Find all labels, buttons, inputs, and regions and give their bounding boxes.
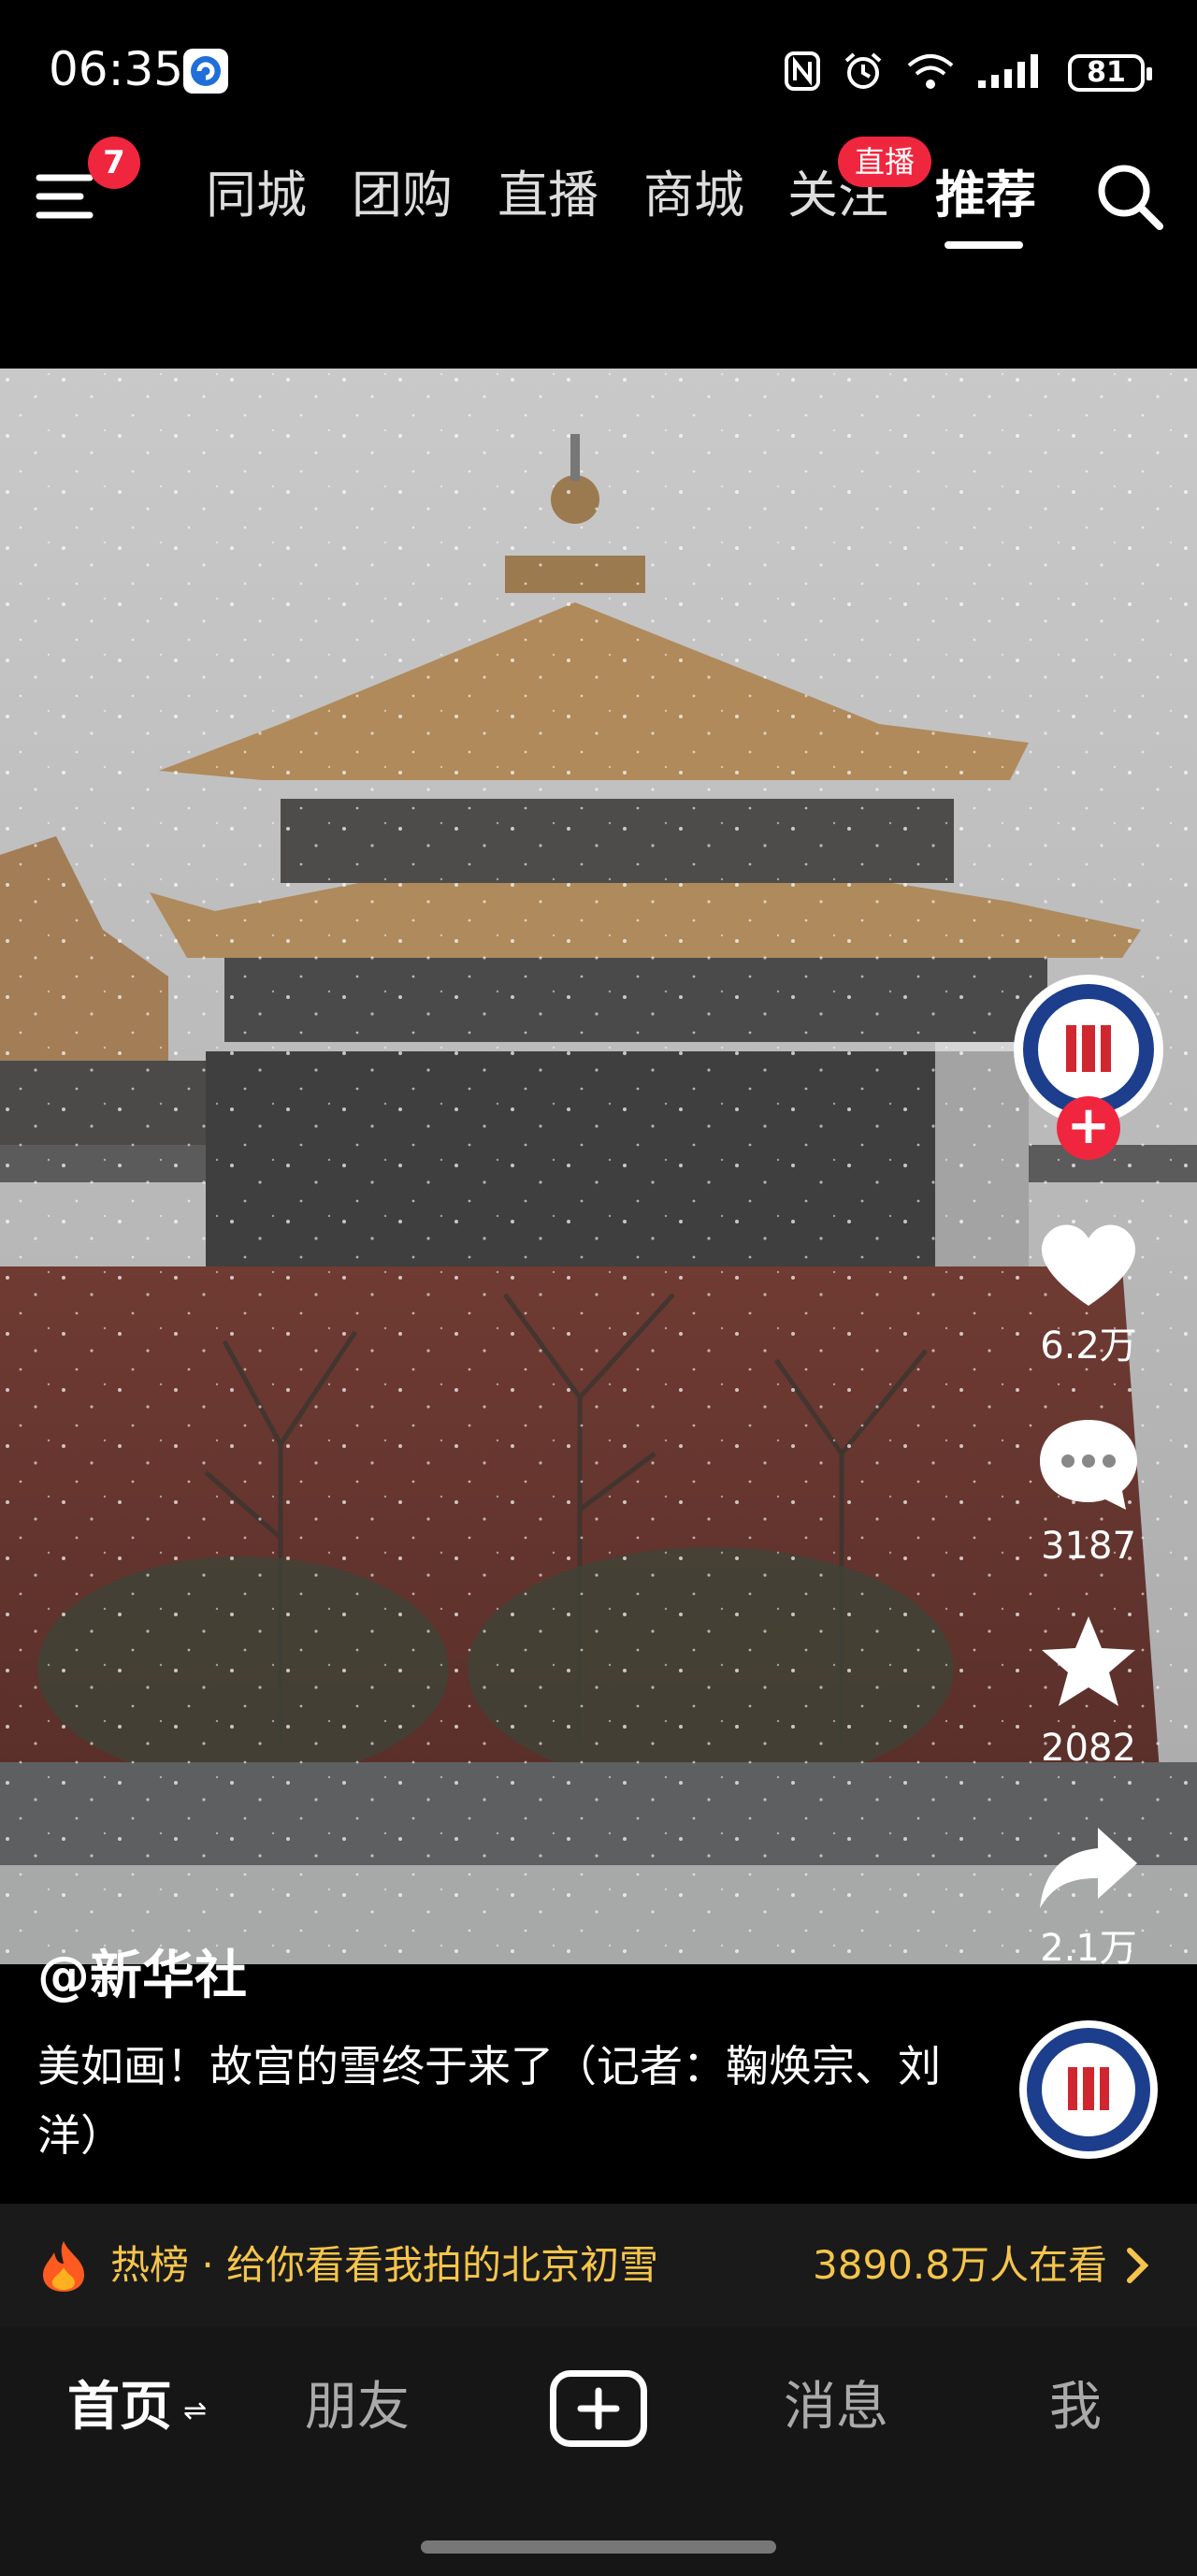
fire-icon — [37, 2239, 90, 2294]
alarm-icon — [842, 50, 885, 96]
comment-icon[interactable] — [1032, 1407, 1145, 1519]
tab-tuangou[interactable]: 团购 — [352, 161, 453, 230]
follow-button[interactable]: + — [1057, 1096, 1120, 1160]
favorite-count: 2082 — [1041, 1727, 1136, 1770]
search-icon[interactable] — [1092, 159, 1167, 234]
tab-messages[interactable]: 消息 — [784, 2372, 888, 2443]
status-time: 06:35 — [49, 42, 184, 96]
signal-icon — [976, 52, 1047, 94]
author-name[interactable]: @新华社 — [37, 1944, 247, 2009]
tab-home[interactable]: 首页 — [67, 2372, 172, 2443]
swap-icon[interactable]: ⇌ — [183, 2395, 207, 2427]
live-badge: 直播 — [838, 137, 932, 187]
tab-recommended[interactable]: 推荐 — [935, 161, 1036, 230]
music-disc[interactable] — [1019, 2020, 1158, 2159]
menu-badge: 7 — [88, 137, 140, 189]
battery-icon: 81 — [1068, 54, 1152, 92]
share-count: 2.1万 — [1040, 1927, 1137, 1970]
hot-list-viewers: 3890.8万人在看 — [813, 2242, 1107, 2288]
tab-shangcheng[interactable]: 商城 — [643, 161, 744, 230]
chevron-right-icon — [1118, 2245, 1156, 2286]
tab-tongcheng[interactable]: 同城 — [206, 161, 307, 230]
create-button[interactable] — [550, 2370, 647, 2447]
like-icon[interactable] — [1032, 1208, 1145, 1321]
plus-icon — [577, 2387, 620, 2430]
status-icons: 81 — [784, 47, 1152, 99]
tab-zhibo[interactable]: 直播 — [498, 161, 598, 230]
like-count: 6.2万 — [1040, 1324, 1137, 1368]
tab-friends[interactable]: 朋友 — [305, 2372, 410, 2443]
favorite-icon[interactable] — [1032, 1607, 1145, 1719]
nfc-icon — [784, 51, 821, 95]
share-icon[interactable] — [1032, 1811, 1145, 1923]
hot-list-title: 热榜 · 给你看看我拍的北京初雪 — [110, 2242, 659, 2288]
app-notification-icon — [183, 49, 228, 94]
video-caption[interactable]: 美如画！故宫的雪终于来了（记者：鞠焕宗、刘洋） — [37, 2032, 954, 2170]
tab-me[interactable]: 我 — [1049, 2372, 1102, 2443]
bottom-tab-bar — [0, 2327, 1197, 2576]
active-tab-indicator — [945, 241, 1023, 249]
wifi-icon — [905, 51, 956, 95]
home-indicator — [421, 2540, 776, 2554]
comment-count: 3187 — [1041, 1525, 1136, 1568]
